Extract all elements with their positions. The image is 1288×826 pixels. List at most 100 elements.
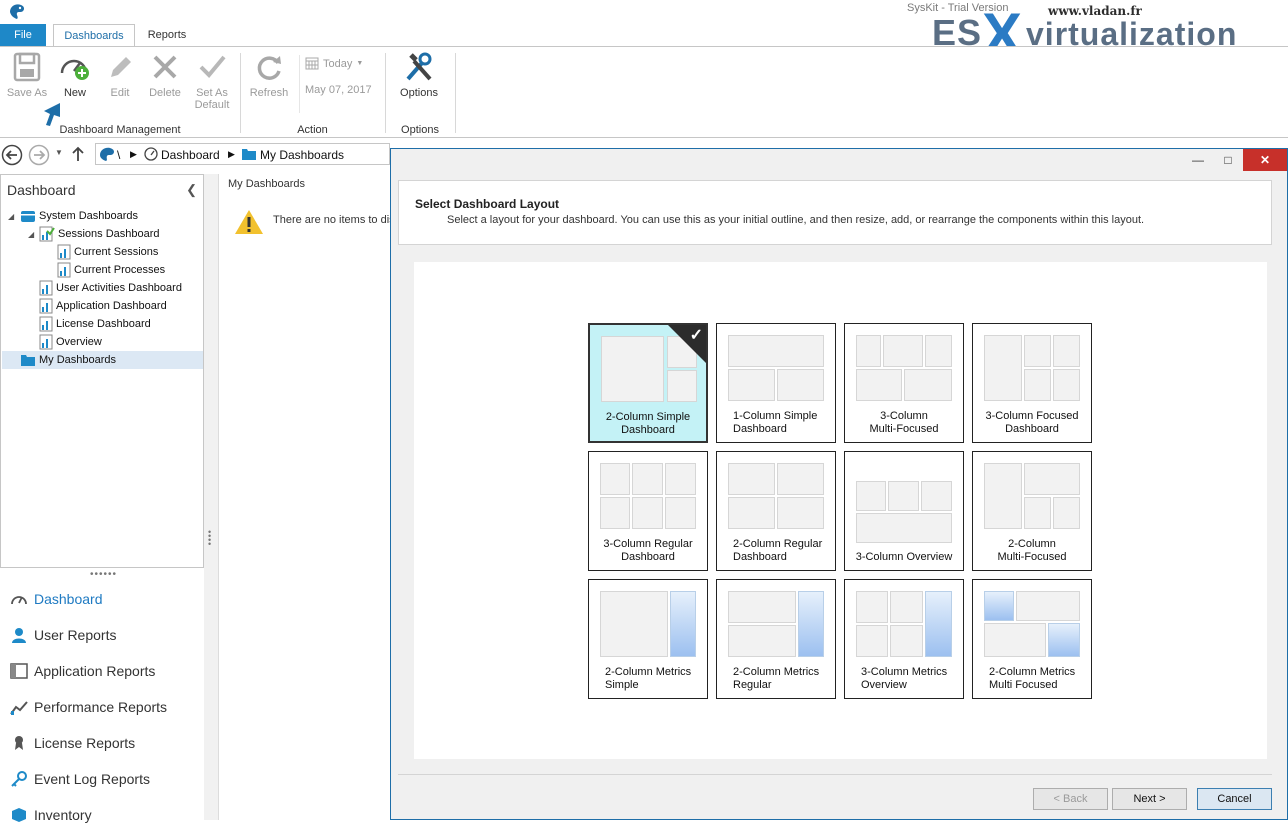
layout-label: 2-Column Multi-Focused — [973, 538, 1091, 564]
layout-thumbnail — [600, 463, 696, 529]
sidebar-tree-panel: Dashboard ❮ ◢ System Dashboards ◢ Sessio… — [0, 174, 204, 568]
layout-thumbnail — [984, 591, 1080, 657]
set-as-default-button[interactable]: Set As Default — [188, 51, 236, 111]
performance-chart-icon — [10, 701, 28, 715]
layout-tile-3-column-overview[interactable]: 3-Column Overview — [844, 451, 964, 571]
nav-user-reports[interactable]: User Reports — [10, 624, 116, 646]
save-as-button[interactable]: Save As — [3, 51, 51, 99]
layout-tile-3-column-regular[interactable]: 3-Column Regular Dashboard — [588, 451, 708, 571]
tree-item-user-activities-dashboard[interactable]: User Activities Dashboard — [39, 279, 182, 297]
tree-item-license-dashboard[interactable]: License Dashboard — [39, 315, 151, 333]
tab-dashboards[interactable]: Dashboards — [53, 24, 135, 47]
nav-inventory[interactable]: Inventory — [10, 804, 92, 826]
vertical-splitter-handle[interactable]: • • • • — [208, 528, 211, 549]
layout-tile-3-column-multi-focused[interactable]: 3-Column Multi-Focused — [844, 323, 964, 443]
dialog-header: Select Dashboard Layout Select a layout … — [398, 180, 1272, 245]
layout-tile-2-column-metrics-simple[interactable]: 2-Column Metrics Simple — [588, 579, 708, 699]
folder-icon — [242, 149, 256, 160]
nav-inventory-label: Inventory — [34, 807, 92, 823]
pencil-icon — [111, 57, 131, 77]
panel-splitter-handle[interactable]: •••••• — [90, 569, 117, 580]
layout-grid: ✓ 2-Column Simple Dashboard 1-Column Sim… — [588, 323, 1096, 701]
tree-item-current-sessions[interactable]: Current Sessions — [57, 243, 158, 261]
forward-arrow-icon[interactable] — [28, 144, 50, 166]
chevron-down-icon: ▼ — [356, 60, 364, 67]
tree-item-label: Application Dashboard — [56, 300, 167, 312]
tree-item-overview[interactable]: Overview — [39, 333, 102, 351]
edit-label: Edit — [110, 87, 130, 99]
layout-tile-2-column-metrics-multi-focused[interactable]: 2-Column Metrics Multi Focused — [972, 579, 1092, 699]
up-arrow-icon[interactable] — [70, 146, 86, 162]
ribbon-tabs: File Dashboards Reports — [0, 24, 1288, 47]
layout-label-line1: 3-Column Focused — [985, 410, 1079, 422]
layout-label-line2: Regular — [733, 679, 772, 691]
layout-tile-2-column-simple[interactable]: ✓ 2-Column Simple Dashboard — [588, 323, 708, 443]
layout-tile-1-column-simple[interactable]: 1-Column Simple Dashboard — [716, 323, 836, 443]
database-folder-icon — [21, 211, 35, 223]
tab-file[interactable]: File — [0, 24, 46, 46]
refresh-button[interactable]: Refresh — [245, 51, 293, 99]
collapse-panel-icon[interactable]: ❮ — [186, 182, 197, 198]
tree-expand-arrow-icon[interactable]: ◢ — [8, 212, 14, 221]
layout-thumbnail — [984, 335, 1080, 401]
layout-label-line2: Dashboard — [1005, 423, 1059, 435]
edit-button[interactable]: Edit — [96, 51, 144, 99]
layout-tile-3-column-focused[interactable]: 3-Column Focused Dashboard — [972, 323, 1092, 443]
new-dashboard-gauge-icon — [60, 59, 89, 80]
report-chart-icon — [39, 280, 53, 296]
tree-item-my-dashboards[interactable]: My Dashboards — [20, 351, 116, 369]
nav-event-log-reports[interactable]: Event Log Reports — [10, 768, 150, 790]
breadcrumb[interactable]: \ ▶ Dashboard ▶ My Dashboards — [95, 143, 390, 165]
maximize-icon[interactable]: □ — [1213, 149, 1243, 171]
nav-dashboard[interactable]: Dashboard — [10, 588, 103, 610]
dialog-window-controls: — □ ✕ — [1183, 149, 1287, 173]
dashboard-chart-check-icon — [39, 226, 55, 242]
nav-application-reports[interactable]: Application Reports — [10, 660, 155, 682]
tree-item-application-dashboard[interactable]: Application Dashboard — [39, 297, 167, 315]
history-dropdown-icon[interactable]: ▼ — [55, 148, 63, 157]
breadcrumb-root[interactable]: \ — [117, 148, 120, 162]
layout-label-line1: 3-Column Metrics — [861, 666, 948, 678]
tab-reports[interactable]: Reports — [140, 24, 194, 46]
close-icon[interactable]: ✕ — [1243, 149, 1287, 171]
nav-license-reports-label: License Reports — [34, 735, 136, 751]
new-dashboard-button[interactable]: New — [51, 51, 99, 99]
today-dropdown[interactable]: Today ▼ — [305, 57, 379, 70]
layout-tile-3-column-metrics-overview[interactable]: 3-Column Metrics Overview — [844, 579, 964, 699]
content-panel: My Dashboards There are no items to dis — [218, 174, 395, 820]
delete-button[interactable]: Delete — [141, 51, 189, 99]
cancel-button[interactable]: Cancel — [1197, 788, 1272, 810]
layout-label: 2-Column Metrics Multi Focused — [973, 666, 1091, 692]
application-icon — [10, 663, 28, 679]
nav-performance-reports[interactable]: Performance Reports — [10, 696, 167, 718]
layout-label-line2: Overview — [861, 679, 907, 691]
nav-license-reports[interactable]: License Reports — [10, 732, 135, 754]
options-button[interactable]: Options — [395, 51, 443, 99]
breadcrumb-my-dashboards[interactable]: My Dashboards — [260, 148, 344, 162]
tree-expand-arrow-icon[interactable]: ◢ — [28, 230, 34, 239]
layout-tile-2-column-metrics-regular[interactable]: 2-Column Metrics Regular — [716, 579, 836, 699]
minimize-icon[interactable]: — — [1183, 149, 1213, 171]
tree-item-current-processes[interactable]: Current Processes — [57, 261, 165, 279]
layout-label-line2: Multi-Focused — [869, 423, 939, 435]
tools-wrench-screwdriver-icon — [406, 52, 432, 81]
back-arrow-icon[interactable] — [1, 144, 23, 166]
dialog-title: Select Dashboard Layout — [415, 197, 560, 211]
layout-label-line1: 2-Column — [1008, 538, 1056, 550]
dashboard-gauge-icon — [11, 596, 27, 605]
layout-label: 3-Column Metrics Overview — [845, 666, 963, 692]
date-picker[interactable]: Today ▼ May 07, 2017 — [305, 57, 379, 96]
layout-tile-2-column-multi-focused[interactable]: 2-Column Multi-Focused — [972, 451, 1092, 571]
tree-item-sessions-dashboard[interactable]: Sessions Dashboard — [39, 225, 160, 243]
action-group-label: Action — [297, 124, 328, 136]
tree-item-label: System Dashboards — [39, 210, 139, 222]
layout-label: 1-Column Simple Dashboard — [717, 410, 835, 436]
tree-item-system-dashboards[interactable]: System Dashboards — [20, 207, 138, 225]
tree-item-label: License Dashboard — [56, 318, 151, 330]
breadcrumb-dashboard[interactable]: Dashboard — [161, 148, 220, 162]
ribbon-separator — [385, 53, 386, 133]
next-button[interactable]: Next > — [1112, 788, 1187, 810]
layout-tile-2-column-regular[interactable]: 2-Column Regular Dashboard — [716, 451, 836, 571]
back-button[interactable]: < Back — [1033, 788, 1108, 810]
ribbon-separator — [240, 53, 241, 133]
